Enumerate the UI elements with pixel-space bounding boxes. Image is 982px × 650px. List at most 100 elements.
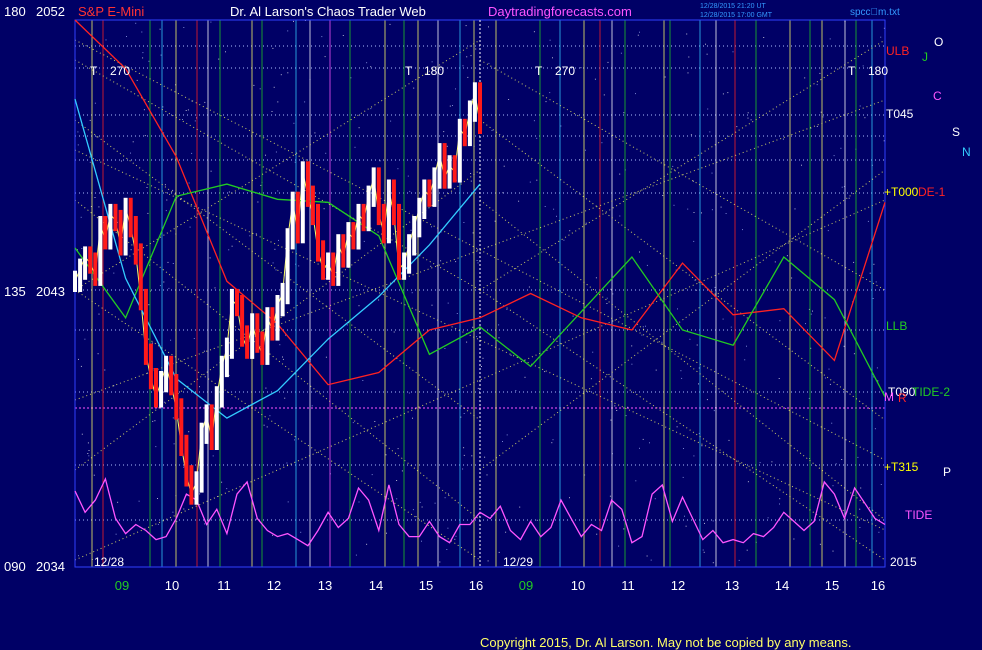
hour-tick: 15 — [419, 578, 433, 593]
star-dot — [431, 304, 433, 306]
star-dot — [443, 131, 445, 133]
star-dot — [486, 474, 488, 476]
star-dot — [255, 518, 257, 520]
star-dot — [452, 105, 453, 106]
star-dot — [747, 117, 749, 119]
star-dot — [277, 101, 279, 103]
star-dot — [132, 141, 134, 143]
star-dot — [138, 500, 140, 502]
star-dot — [228, 191, 230, 193]
star-dot — [472, 232, 474, 234]
star-dot — [342, 35, 344, 36]
star-dot — [165, 210, 167, 212]
price-bar — [98, 216, 103, 286]
star-dot — [463, 454, 465, 456]
star-dot — [580, 67, 582, 69]
star-dot — [533, 120, 535, 122]
star-dot — [323, 208, 325, 210]
price-bar — [113, 203, 118, 232]
glyph-j: J — [922, 50, 928, 64]
price-bar — [437, 143, 442, 189]
star-dot — [78, 555, 79, 557]
price-bar — [381, 203, 386, 244]
star-dot — [677, 114, 679, 116]
price-bar — [255, 313, 260, 353]
price-bar — [356, 203, 361, 250]
price-bar — [103, 216, 108, 250]
star-dot — [324, 56, 326, 58]
price-bar — [174, 374, 179, 420]
star-dot — [491, 130, 493, 131]
star-dot — [408, 392, 410, 394]
star-dot — [701, 445, 703, 447]
star-dot — [94, 102, 96, 104]
star-dot — [738, 559, 740, 561]
star-dot — [263, 424, 265, 426]
star-dot — [596, 533, 598, 535]
star-dot — [463, 413, 465, 414]
price-bar — [391, 179, 396, 226]
star-dot — [147, 212, 149, 214]
site-link[interactable]: Daytradingforecasts.com — [488, 4, 632, 19]
star-dot — [470, 173, 472, 174]
star-dot — [484, 456, 486, 458]
price-bar — [295, 191, 300, 244]
star-dot — [528, 286, 530, 288]
star-dot — [690, 134, 692, 136]
star-dot — [173, 443, 175, 445]
star-dot — [560, 125, 562, 127]
star-dot — [154, 420, 156, 422]
star-dot — [488, 62, 490, 64]
star-dot — [631, 345, 633, 347]
star-dot — [471, 455, 473, 457]
price-bar — [351, 222, 356, 250]
price-bar — [402, 252, 407, 280]
hour-tick: 10 — [165, 578, 179, 593]
star-dot — [462, 65, 464, 67]
star-dot — [293, 20, 294, 22]
star-dot — [774, 261, 776, 263]
star-dot — [791, 277, 793, 279]
star-dot — [536, 179, 538, 181]
price-bar — [229, 288, 234, 359]
star-dot — [862, 65, 864, 67]
star-dot — [166, 199, 168, 201]
hour-tick: 16 — [469, 578, 483, 593]
star-dot — [476, 336, 478, 338]
star-dot — [456, 313, 458, 314]
star-dot — [88, 455, 90, 457]
star-dot — [641, 334, 643, 336]
star-dot — [160, 54, 162, 56]
star-dot — [606, 297, 608, 299]
star-dot — [835, 463, 837, 465]
label-tide: TIDE — [905, 508, 932, 522]
price-bar — [412, 216, 417, 256]
price-bar — [78, 258, 83, 292]
star-dot — [637, 34, 639, 36]
y-tick-top-angle: 180 — [4, 4, 26, 19]
star-dot — [371, 474, 373, 476]
star-dot — [494, 220, 496, 222]
star-dot — [810, 313, 812, 315]
star-dot — [642, 326, 644, 328]
time-marker: T 180 — [848, 64, 888, 78]
star-dot — [167, 261, 169, 263]
star-dot — [650, 559, 652, 561]
star-dot — [325, 152, 327, 154]
star-dot — [96, 136, 98, 138]
star-dot — [378, 299, 380, 301]
star-dot — [646, 555, 648, 557]
star-dot — [725, 213, 727, 214]
star-dot — [639, 447, 640, 449]
time-marker: T 270 — [535, 64, 575, 78]
star-dot — [163, 281, 165, 283]
star-dot — [585, 149, 586, 151]
star-dot — [446, 145, 448, 147]
star-dot — [812, 310, 813, 312]
hour-tick: 14 — [775, 578, 789, 593]
glyph-s: S — [952, 125, 960, 139]
price-bar — [417, 197, 422, 238]
star-dot — [282, 356, 283, 358]
star-dot — [168, 287, 170, 289]
star-dot — [688, 56, 690, 58]
